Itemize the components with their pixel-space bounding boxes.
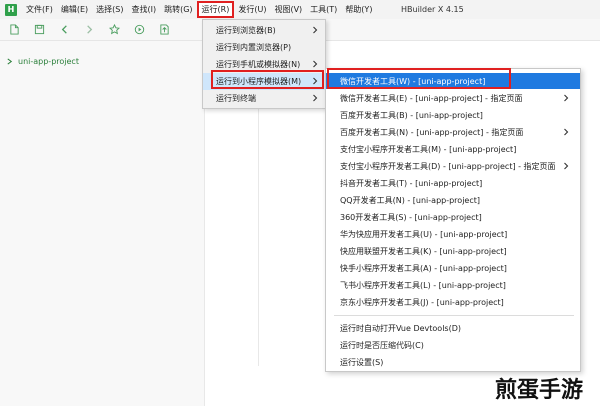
submenu-item-label: 百度开发者工具(N) - [uni-app-project] - 指定页面 xyxy=(340,127,524,137)
highlight-box-miniprogram xyxy=(211,70,324,89)
chevron-right-icon xyxy=(564,128,569,136)
menu-goto[interactable]: 跳转(G) xyxy=(160,0,196,19)
submenu-item-label: 快手小程序开发者工具(A) - [uni-app-project] xyxy=(340,263,507,273)
submenu-item[interactable]: 支付宝小程序开发者工具(M) - [uni-app-project] xyxy=(326,141,580,157)
chevron-right-icon xyxy=(564,162,569,170)
submenu-item[interactable]: 微信开发者工具(E) - [uni-app-project] - 指定页面 xyxy=(326,90,580,106)
menu-tools[interactable]: 工具(T) xyxy=(306,0,341,19)
submenu-item[interactable]: 百度开发者工具(B) - [uni-app-project] xyxy=(326,107,580,123)
back-icon[interactable] xyxy=(58,24,70,36)
run-icon[interactable] xyxy=(133,24,145,36)
menu-file[interactable]: 文件(F) xyxy=(22,0,57,19)
publish-icon[interactable] xyxy=(158,24,170,36)
run-to-builtin-browser[interactable]: 运行到内置浏览器(P) xyxy=(203,39,325,56)
submenu-item[interactable]: 支付宝小程序开发者工具(D) - [uni-app-project] - 指定页… xyxy=(326,158,580,174)
chevron-right-icon[interactable] xyxy=(6,58,13,65)
run-to-terminal[interactable]: 运行到终端 xyxy=(203,90,325,107)
submenu-option-label: 运行时自动打开Vue Devtools(D) xyxy=(340,323,461,333)
menu-separator xyxy=(334,315,574,316)
submenu-option[interactable]: 运行时是否压缩代码(C) xyxy=(326,337,580,353)
new-file-icon[interactable] xyxy=(8,24,20,36)
chevron-right-icon xyxy=(313,94,318,102)
submenu-item[interactable]: 快应用联盟开发者工具(K) - [uni-app-project] xyxy=(326,243,580,259)
submenu-item[interactable]: 华为快应用开发者工具(U) - [uni-app-project] xyxy=(326,226,580,242)
submenu-item-label: QQ开发者工具(N) - [uni-app-project] xyxy=(340,195,480,205)
forward-icon[interactable] xyxy=(83,24,95,36)
submenu-item[interactable]: 京东小程序开发者工具(J) - [uni-app-project] xyxy=(326,294,580,310)
submenu-item-label: 飞书小程序开发者工具(L) - [uni-app-project] xyxy=(340,280,506,290)
app-logo: H xyxy=(5,3,17,16)
run-menu-dropdown: 运行到浏览器(B) 运行到内置浏览器(P) 运行到手机或模拟器(N) 运行到小程… xyxy=(202,19,326,109)
menu-item-label: 运行到手机或模拟器(N) xyxy=(216,60,301,69)
menu-bar: H 文件(F) 编辑(E) 选择(S) 查找(I) 跳转(G) 运行(R) 发行… xyxy=(0,0,600,19)
chevron-right-icon xyxy=(313,26,318,34)
menu-find[interactable]: 查找(I) xyxy=(127,0,160,19)
submenu-item[interactable]: 百度开发者工具(N) - [uni-app-project] - 指定页面 xyxy=(326,124,580,140)
submenu-item-label: 支付宝小程序开发者工具(M) - [uni-app-project] xyxy=(340,144,517,154)
chevron-right-icon xyxy=(313,60,318,68)
submenu-item[interactable]: 抖音开发者工具(T) - [uni-app-project] xyxy=(326,175,580,191)
window-title: HBuilder X 4.15 xyxy=(401,5,464,14)
project-name: uni-app-project xyxy=(18,57,79,66)
menu-item-label: 运行到浏览器(B) xyxy=(216,26,276,35)
miniprogram-submenu: 微信开发者工具(W) - [uni-app-project] 微信开发者工具(E… xyxy=(325,68,581,372)
watermark: 煎蛋手游 xyxy=(495,377,584,403)
run-to-browser[interactable]: 运行到浏览器(B) xyxy=(203,22,325,39)
menu-item-label: 运行到内置浏览器(P) xyxy=(216,43,292,52)
submenu-item[interactable]: 飞书小程序开发者工具(L) - [uni-app-project] xyxy=(326,277,580,293)
submenu-item-label: 微信开发者工具(E) - [uni-app-project] - 指定页面 xyxy=(340,93,523,103)
submenu-item[interactable]: 快手小程序开发者工具(A) - [uni-app-project] xyxy=(326,260,580,276)
submenu-item-label: 快应用联盟开发者工具(K) - [uni-app-project] xyxy=(340,246,507,256)
menu-edit[interactable]: 编辑(E) xyxy=(57,0,92,19)
submenu-item[interactable]: 360开发者工具(S) - [uni-app-project] xyxy=(326,209,580,225)
menu-run[interactable]: 运行(R) xyxy=(196,1,235,18)
menu-view[interactable]: 视图(V) xyxy=(270,0,306,19)
star-icon[interactable] xyxy=(108,24,120,36)
menu-publish[interactable]: 发行(U) xyxy=(234,0,270,19)
menu-item-label: 运行到终端 xyxy=(216,94,256,103)
submenu-item-label: 抖音开发者工具(T) - [uni-app-project] xyxy=(340,178,483,188)
submenu-item-label: 华为快应用开发者工具(U) - [uni-app-project] xyxy=(340,229,508,239)
menu-select[interactable]: 选择(S) xyxy=(92,0,127,19)
submenu-item-label: 360开发者工具(S) - [uni-app-project] xyxy=(340,212,482,222)
chevron-right-icon xyxy=(564,94,569,102)
submenu-option[interactable]: 运行设置(S) xyxy=(326,354,580,370)
submenu-option-label: 运行设置(S) xyxy=(340,357,384,367)
project-tree-item[interactable]: uni-app-project xyxy=(6,57,79,66)
highlight-box-wechat xyxy=(327,68,511,89)
project-panel: uni-app-project xyxy=(0,41,205,406)
submenu-item-label: 京东小程序开发者工具(J) - [uni-app-project] xyxy=(340,297,504,307)
submenu-item-label: 支付宝小程序开发者工具(D) - [uni-app-project] - 指定页… xyxy=(340,161,556,171)
submenu-item-label: 百度开发者工具(B) - [uni-app-project] xyxy=(340,110,483,120)
submenu-option-label: 运行时是否压缩代码(C) xyxy=(340,340,424,350)
save-icon[interactable] xyxy=(33,24,45,36)
submenu-option[interactable]: 运行时自动打开Vue Devtools(D) xyxy=(326,320,580,336)
submenu-item[interactable]: QQ开发者工具(N) - [uni-app-project] xyxy=(326,192,580,208)
menu-help[interactable]: 帮助(Y) xyxy=(341,0,376,19)
